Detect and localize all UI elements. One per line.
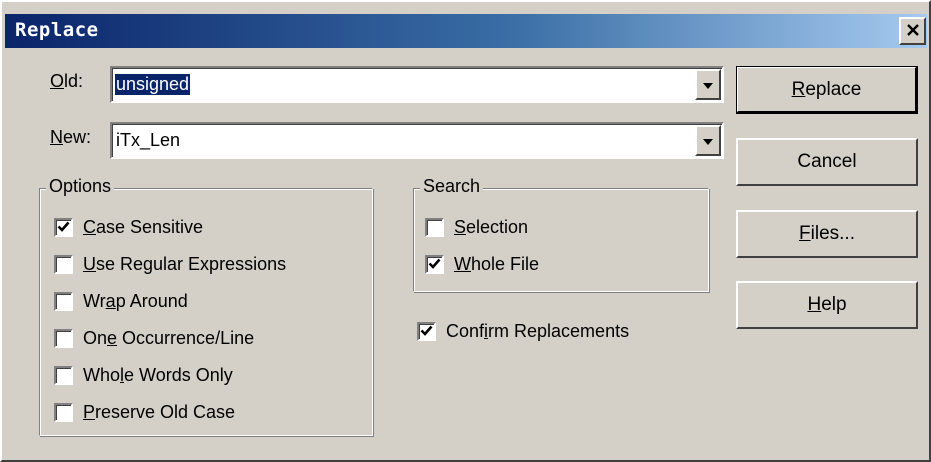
search-option-label: Selection	[454, 217, 529, 237]
dropdown-arrow-icon	[702, 130, 714, 151]
title-bar[interactable]: Replace	[5, 14, 927, 48]
checkbox-box[interactable]	[54, 218, 73, 237]
close-button[interactable]	[899, 17, 926, 45]
options-option-label: Preserve Old Case	[83, 402, 236, 422]
options-option-label: Wrap Around	[83, 291, 188, 311]
old-label-accelerator: O	[50, 71, 65, 91]
checkbox-box[interactable]	[54, 292, 73, 311]
options-checkbox-preserve-old-case[interactable]: Preserve Old Case	[54, 402, 235, 423]
options-option-label: Case Sensitive	[83, 217, 204, 237]
checkbox-box[interactable]	[417, 322, 436, 341]
files-button-accelerator: F	[799, 223, 811, 244]
options-option-label: One Occurrence/Line	[83, 328, 255, 348]
confirm-replacements-label: Confirm Replacements	[446, 321, 630, 341]
replace-dialog: Replace Old: unsigned New: iTx_Len Repla…	[0, 0, 931, 462]
options-option-label: Whole Words Only	[83, 365, 233, 385]
replace-button[interactable]: Replace	[736, 66, 918, 114]
checkbox-box[interactable]	[54, 255, 73, 274]
search-group-title: Search	[420, 176, 484, 197]
help-button[interactable]: Help	[736, 281, 918, 329]
files-button-label: iles...	[810, 223, 855, 244]
cancel-button-label: Cancel	[797, 151, 857, 172]
replace-button-label: eplace	[805, 78, 862, 100]
checkbox-box[interactable]	[425, 255, 444, 274]
options-checkbox-use-regular-expressions[interactable]: Use Regular Expressions	[54, 254, 286, 275]
options-checkbox-case-sensitive[interactable]: Case Sensitive	[54, 217, 203, 238]
search-checkbox-whole-file[interactable]: Whole File	[425, 254, 539, 275]
search-option-label: Whole File	[454, 254, 540, 274]
new-input[interactable]: iTx_Len	[115, 130, 181, 151]
old-label-text: ld:	[64, 71, 84, 91]
new-dropdown-button[interactable]	[695, 125, 721, 156]
help-button-accelerator: H	[807, 294, 822, 315]
options-group-title: Options	[46, 176, 115, 197]
new-label-text: ew:	[63, 127, 92, 147]
cancel-button[interactable]: Cancel	[736, 138, 918, 186]
dropdown-arrow-icon	[702, 74, 714, 95]
checkmark-icon	[420, 321, 433, 342]
old-input[interactable]: unsigned	[113, 73, 192, 96]
old-combobox[interactable]: unsigned	[110, 66, 724, 103]
checkbox-box[interactable]	[54, 403, 73, 422]
checkmark-icon	[57, 217, 70, 238]
new-combobox[interactable]: iTx_Len	[110, 122, 724, 159]
options-checkbox-wrap-around[interactable]: Wrap Around	[54, 291, 188, 312]
checkbox-box[interactable]	[54, 329, 73, 348]
new-label: New:	[50, 127, 91, 148]
checkbox-box[interactable]	[425, 218, 444, 237]
window-title: Replace	[15, 19, 99, 41]
new-label-accelerator: N	[50, 127, 63, 147]
confirm-replacements-checkbox[interactable]: Confirm Replacements	[417, 321, 629, 342]
old-dropdown-button[interactable]	[695, 69, 721, 100]
options-checkbox-whole-words-only[interactable]: Whole Words Only	[54, 365, 233, 386]
options-checkbox-one-occurrence-line[interactable]: One Occurrence/Line	[54, 328, 254, 349]
help-button-label: elp	[821, 294, 847, 315]
search-checkbox-selection[interactable]: Selection	[425, 217, 528, 238]
search-group: Search	[413, 176, 709, 292]
files-button[interactable]: Files...	[736, 210, 918, 258]
replace-button-accelerator: R	[791, 78, 806, 100]
close-icon	[906, 21, 920, 42]
checkbox-box[interactable]	[54, 366, 73, 385]
old-label: Old:	[50, 71, 83, 92]
checkmark-icon	[428, 254, 441, 275]
options-option-label: Use Regular Expressions	[83, 254, 287, 274]
